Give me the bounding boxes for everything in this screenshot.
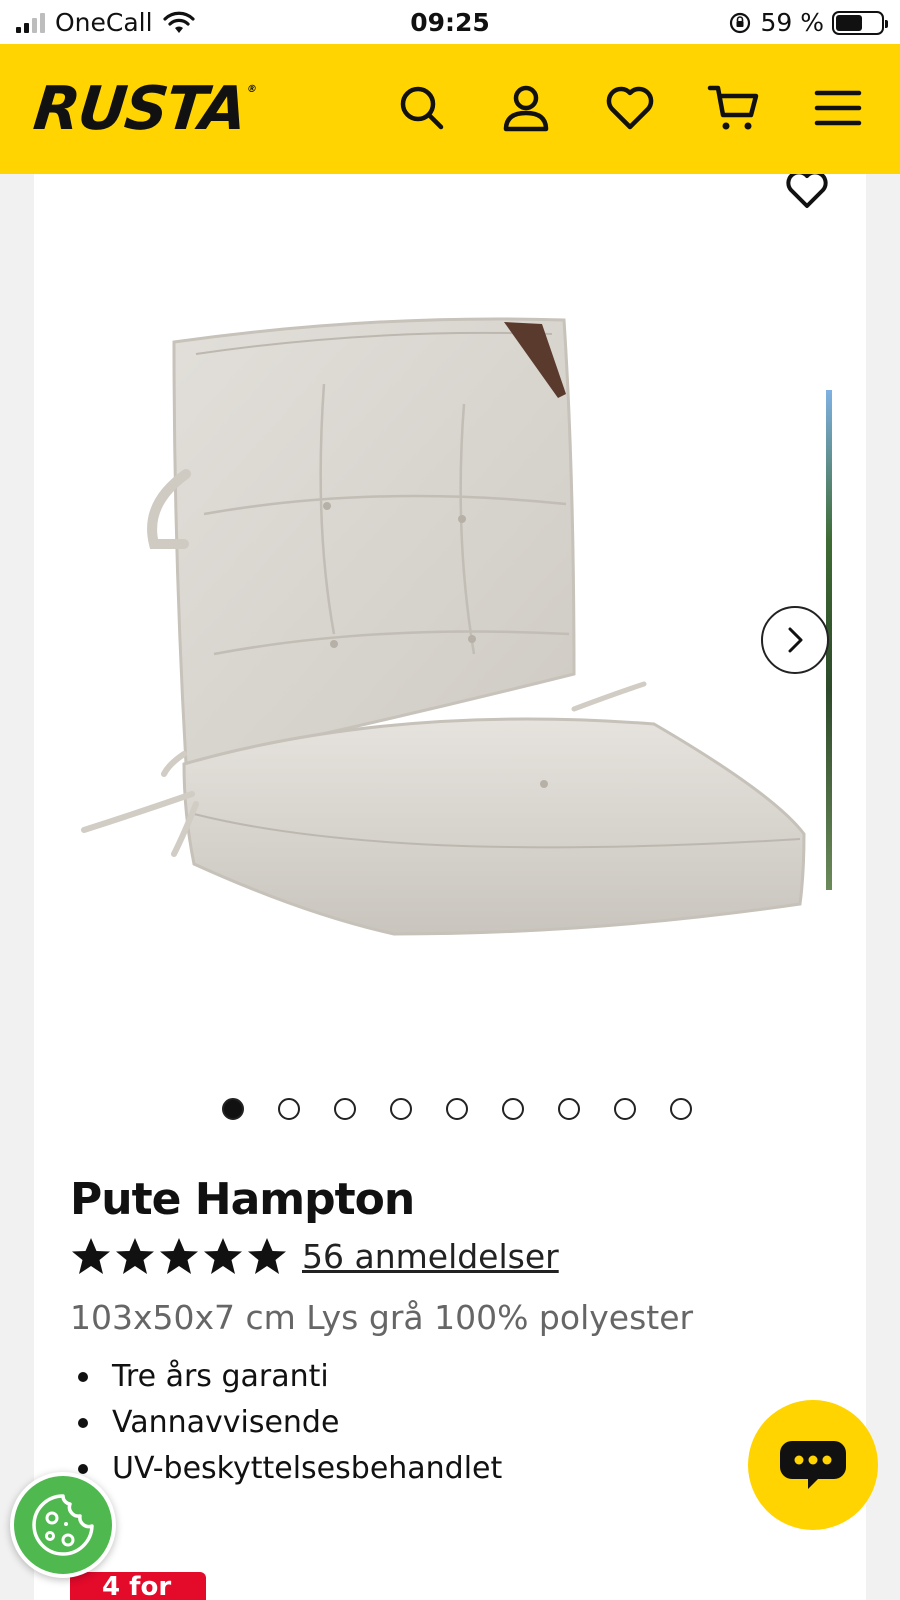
search-button[interactable] <box>394 80 450 136</box>
battery-icon <box>832 10 888 35</box>
product-image-gallery[interactable] <box>34 174 866 1134</box>
heart-icon <box>606 86 654 130</box>
chevron-right-icon <box>788 627 803 653</box>
menu-button[interactable] <box>810 80 866 136</box>
cookie-settings-button[interactable] <box>10 1472 116 1578</box>
rotation-lock-icon <box>730 12 751 33</box>
product-description: 103x50x7 cm Lys grå 100% polyester <box>70 1298 694 1337</box>
gallery-pagination <box>34 1098 866 1120</box>
cookie-icon <box>32 1494 94 1556</box>
feature-item: Vannavvisende <box>70 1400 502 1446</box>
site-header: RUSTA® <box>0 44 900 174</box>
cart-icon <box>707 85 759 130</box>
search-icon <box>400 86 444 130</box>
add-to-wishlist-button[interactable] <box>779 174 835 218</box>
star-icon <box>72 1238 110 1274</box>
next-image-button[interactable] <box>761 606 829 674</box>
star-icon <box>116 1238 154 1274</box>
status-right: 59 % <box>728 8 888 37</box>
menu-icon <box>814 90 862 126</box>
reviews-link[interactable]: 56 anmeldelser <box>302 1237 559 1276</box>
wishlist-button[interactable] <box>602 80 658 136</box>
product-rating[interactable]: 56 anmeldelser <box>70 1236 559 1276</box>
promo-badge: 4 for <box>70 1572 206 1600</box>
rating-stars <box>70 1236 288 1276</box>
cart-button[interactable] <box>706 80 762 136</box>
battery-percent: 59 % <box>760 8 824 37</box>
star-icon <box>204 1238 242 1274</box>
gallery-dot[interactable] <box>334 1098 356 1120</box>
heart-icon <box>786 174 828 208</box>
feature-item: UV-beskyttelsesbehandlet <box>70 1446 502 1492</box>
gallery-dot[interactable] <box>614 1098 636 1120</box>
gallery-dot[interactable] <box>558 1098 580 1120</box>
gallery-dot[interactable] <box>670 1098 692 1120</box>
gallery-dot[interactable] <box>446 1098 468 1120</box>
status-bar: OneCall 09:25 59 % <box>0 0 900 44</box>
account-icon <box>503 85 549 132</box>
rusta-logo[interactable]: RUSTA® <box>30 74 258 144</box>
account-button[interactable] <box>498 80 554 136</box>
feature-list: Tre års garanti Vannavvisende UV-beskytt… <box>70 1354 502 1492</box>
feature-item: Tre års garanti <box>70 1354 502 1400</box>
product-title: Pute Hampton <box>70 1174 415 1225</box>
gallery-dot[interactable] <box>502 1098 524 1120</box>
chat-icon <box>780 1441 846 1489</box>
star-icon <box>248 1238 286 1274</box>
product-card: Pute Hampton 56 anmeldelser 103x50x7 cm … <box>34 174 866 1600</box>
gallery-dot[interactable] <box>222 1098 244 1120</box>
chat-button[interactable] <box>748 1400 878 1530</box>
product-image <box>81 317 806 936</box>
gallery-dot[interactable] <box>278 1098 300 1120</box>
gallery-dot[interactable] <box>390 1098 412 1120</box>
star-icon <box>160 1238 198 1274</box>
